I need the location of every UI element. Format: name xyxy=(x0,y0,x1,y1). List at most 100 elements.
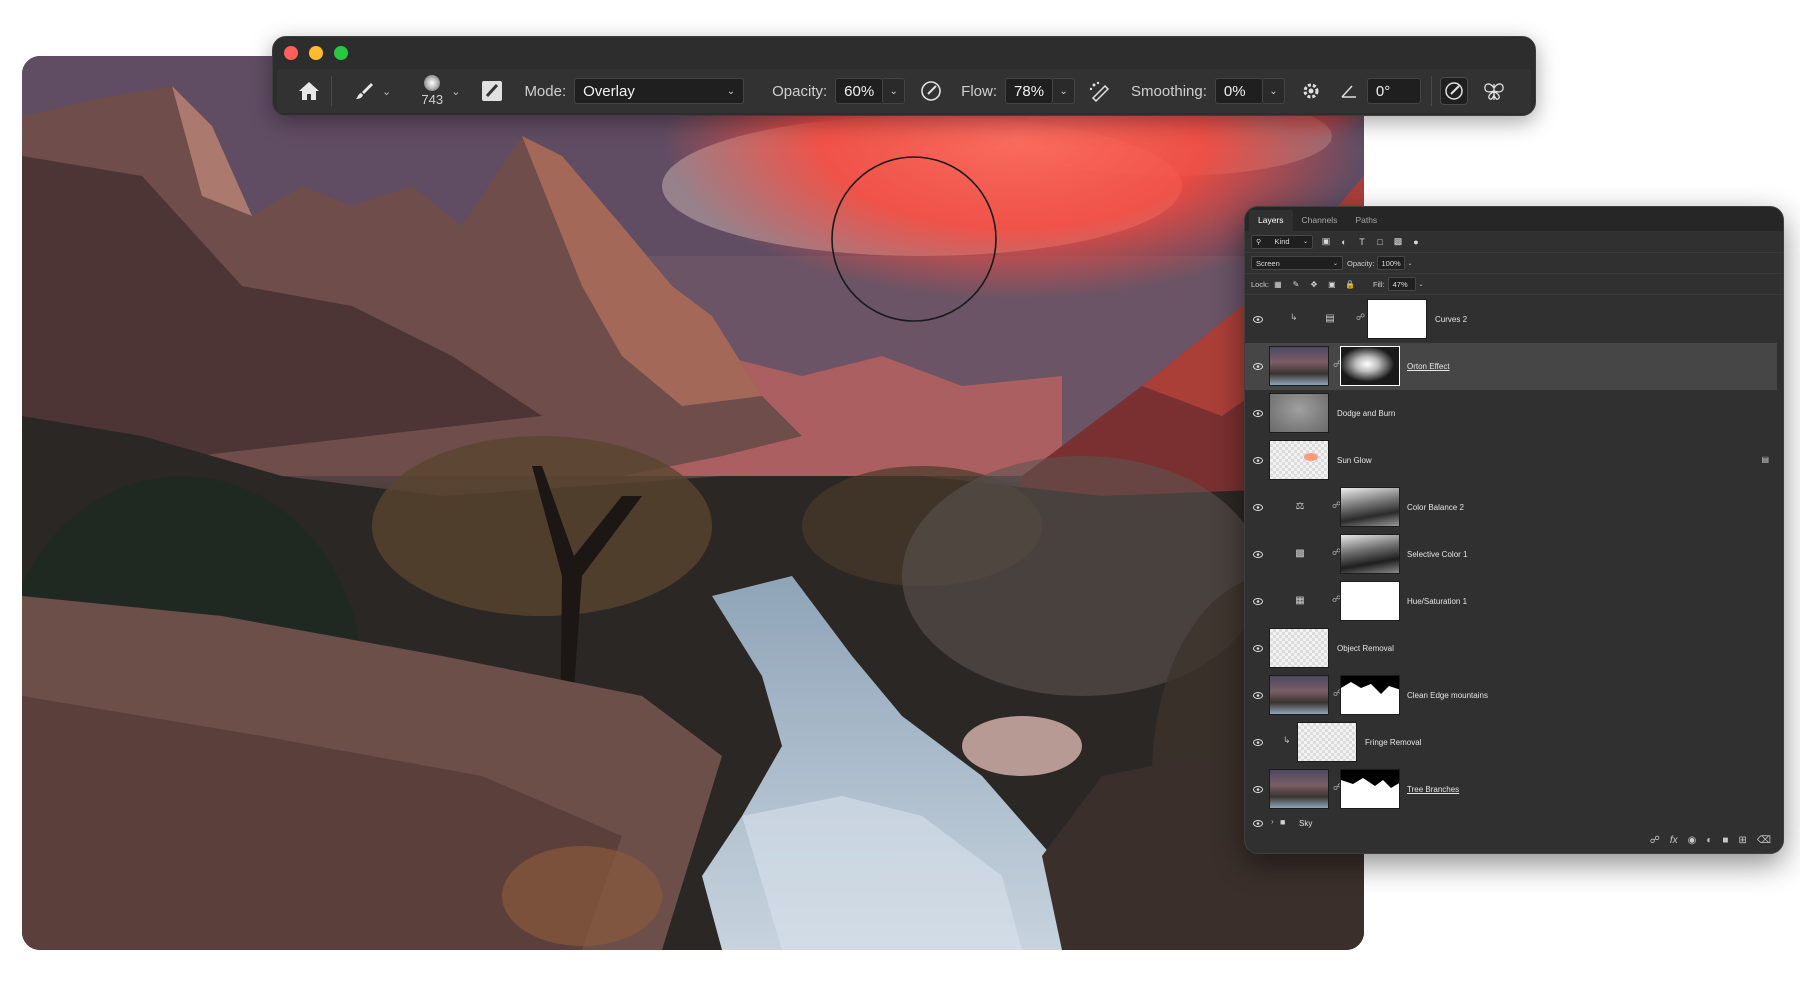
layer-thumbnail[interactable] xyxy=(1269,675,1329,715)
eye-icon[interactable] xyxy=(1253,598,1263,605)
layer-curves-2[interactable]: ↳ ▤ ☍ Curves 2 xyxy=(1245,296,1777,343)
opacity-label: Opacity: xyxy=(772,82,828,100)
brush-size-chevron-icon[interactable]: ⌄ xyxy=(451,85,460,98)
panel-tabs: Layers Channels Paths xyxy=(1245,207,1783,231)
pressure-size-icon[interactable] xyxy=(1439,77,1468,105)
layer-opacity-input[interactable]: 100% xyxy=(1376,256,1405,270)
layer-opacity-chevron-icon[interactable]: ⌄ xyxy=(1408,260,1413,267)
filter-toggle-icon[interactable]: ● xyxy=(1411,237,1421,247)
layer-name: Sun Glow xyxy=(1337,456,1372,465)
clipping-arrow-icon: ↳ xyxy=(1290,312,1298,322)
eye-icon[interactable] xyxy=(1253,739,1263,746)
brush-settings-icon[interactable] xyxy=(478,77,506,105)
maximize-window-button[interactable] xyxy=(334,46,348,60)
home-icon[interactable] xyxy=(295,77,323,105)
layer-hue-saturation-1[interactable]: ▦ ☍ Hue/Saturation 1 xyxy=(1245,578,1777,625)
layer-color-balance-2[interactable]: ⚖ ☍ Color Balance 2 xyxy=(1245,484,1777,531)
brush-preset-chevron-icon[interactable]: ⌄ xyxy=(382,85,391,98)
eye-icon[interactable] xyxy=(1253,316,1263,323)
layer-tree-branches[interactable]: ☍ Tree Branches xyxy=(1245,766,1777,813)
layer-thumbnail[interactable] xyxy=(1269,346,1329,386)
layer-mask-thumbnail[interactable] xyxy=(1340,346,1400,386)
fill-label: Fill: xyxy=(1372,279,1385,289)
link-chain-icon[interactable]: ☍ xyxy=(1356,312,1365,323)
blend-mode-dropdown[interactable]: Screen ⌄ xyxy=(1251,256,1343,270)
eye-icon[interactable] xyxy=(1253,786,1263,793)
layer-fringe-removal[interactable]: ↳ Fringe Removal xyxy=(1245,719,1777,766)
flow-input[interactable]: 78% xyxy=(1005,78,1054,104)
layer-object-removal[interactable]: Object Removal xyxy=(1245,625,1777,672)
eye-icon[interactable] xyxy=(1253,363,1263,370)
brush-tool-icon[interactable] xyxy=(350,77,378,105)
layer-dodge-and-burn[interactable]: Dodge and Burn xyxy=(1245,390,1777,437)
eye-icon[interactable] xyxy=(1253,551,1263,558)
tab-channels[interactable]: Channels xyxy=(1293,210,1347,231)
layer-mask-thumbnail[interactable] xyxy=(1340,534,1400,574)
smoothing-input[interactable]: 0% xyxy=(1214,78,1263,104)
curves-adjustment-icon: ▤ xyxy=(1325,312,1335,324)
photo-canvas[interactable] xyxy=(22,56,1364,950)
angle-input[interactable]: 0° xyxy=(1366,78,1421,104)
fx-icon[interactable]: fx xyxy=(1670,835,1678,846)
layer-sun-glow[interactable]: Sun Glow ▤ xyxy=(1245,437,1777,484)
layer-name: Dodge and Burn xyxy=(1337,409,1396,418)
layer-thumbnail[interactable] xyxy=(1297,722,1357,762)
filter-pixel-icon[interactable]: ▣ xyxy=(1321,236,1331,247)
color-balance-adjustment-icon: ⚖ xyxy=(1295,500,1305,512)
filter-shape-icon[interactable]: □ xyxy=(1375,237,1385,247)
filter-adjustment-icon[interactable]: ◐ xyxy=(1339,237,1349,247)
smoothing-dropdown-icon[interactable]: ⌄ xyxy=(1262,78,1285,104)
group-expand-chevron-icon[interactable]: › xyxy=(1271,817,1274,826)
minimize-window-button[interactable] xyxy=(309,46,323,60)
layer-mask-thumbnail[interactable] xyxy=(1367,299,1427,339)
layer-thumbnail[interactable] xyxy=(1269,393,1329,433)
link-layers-icon[interactable]: ☍ xyxy=(1650,835,1660,846)
blend-mode-value: Screen xyxy=(1256,258,1280,268)
symmetry-butterfly-icon[interactable] xyxy=(1480,77,1508,105)
layer-clean-edge-mountains[interactable]: ☍ Clean Edge mountains xyxy=(1245,672,1777,719)
opacity-value: 60% xyxy=(844,82,875,100)
opacity-input[interactable]: 60% xyxy=(835,78,884,104)
lock-paint-icon[interactable]: ✎ xyxy=(1291,279,1301,289)
eye-icon[interactable] xyxy=(1253,692,1263,699)
filter-type-icon[interactable]: T xyxy=(1357,237,1367,247)
brush-size-picker[interactable]: 743 xyxy=(417,75,447,107)
flow-dropdown-icon[interactable]: ⌄ xyxy=(1053,78,1076,104)
lock-transparent-icon[interactable]: ▦ xyxy=(1273,279,1283,289)
filter-smart-object-icon[interactable]: ▩ xyxy=(1393,236,1403,247)
new-group-folder-icon[interactable]: ■ xyxy=(1722,835,1728,846)
opacity-dropdown-icon[interactable]: ⌄ xyxy=(883,78,906,104)
new-adjustment-icon[interactable]: ◐ xyxy=(1706,835,1712,846)
pressure-opacity-icon[interactable] xyxy=(917,77,945,105)
layer-thumbnail[interactable] xyxy=(1269,440,1329,480)
lock-artboard-icon[interactable]: ▣ xyxy=(1327,279,1337,289)
add-mask-icon[interactable]: ◉ xyxy=(1688,835,1697,846)
tab-layers[interactable]: Layers xyxy=(1249,210,1293,231)
mode-dropdown[interactable]: Overlay ⌄ xyxy=(574,78,745,104)
eye-icon[interactable] xyxy=(1253,457,1263,464)
new-layer-icon[interactable]: ⊞ xyxy=(1738,835,1746,846)
layer-mask-thumbnail[interactable] xyxy=(1340,769,1400,809)
fill-chevron-icon[interactable]: ⌄ xyxy=(1419,281,1424,288)
airbrush-icon[interactable] xyxy=(1087,77,1115,105)
layer-thumbnail[interactable] xyxy=(1269,628,1329,668)
layer-selective-color-1[interactable]: ▩ ☍ Selective Color 1 xyxy=(1245,531,1777,578)
lock-move-icon[interactable]: ✥ xyxy=(1309,279,1319,289)
eye-icon[interactable] xyxy=(1253,504,1263,511)
tab-paths[interactable]: Paths xyxy=(1346,210,1386,231)
delete-layer-trash-icon[interactable]: ⌫ xyxy=(1757,835,1771,846)
fill-input[interactable]: 47% xyxy=(1387,277,1416,291)
eye-icon[interactable] xyxy=(1253,820,1263,827)
layer-orton-effect[interactable]: ☍ Orton Effect xyxy=(1245,343,1777,390)
layer-mask-thumbnail[interactable] xyxy=(1340,487,1400,527)
fill-value: 47% xyxy=(1392,279,1408,289)
eye-icon[interactable] xyxy=(1253,645,1263,652)
smoothing-settings-gear-icon[interactable] xyxy=(1297,77,1325,105)
lock-all-icon[interactable]: 🔒 xyxy=(1345,279,1355,289)
layer-thumbnail[interactable] xyxy=(1269,769,1329,809)
close-window-button[interactable] xyxy=(284,46,298,60)
filter-kind-dropdown[interactable]: ⚲ Kind ⌄ xyxy=(1251,234,1313,249)
layer-mask-thumbnail[interactable] xyxy=(1340,581,1400,621)
layer-mask-thumbnail[interactable] xyxy=(1340,675,1400,715)
eye-icon[interactable] xyxy=(1253,410,1263,417)
